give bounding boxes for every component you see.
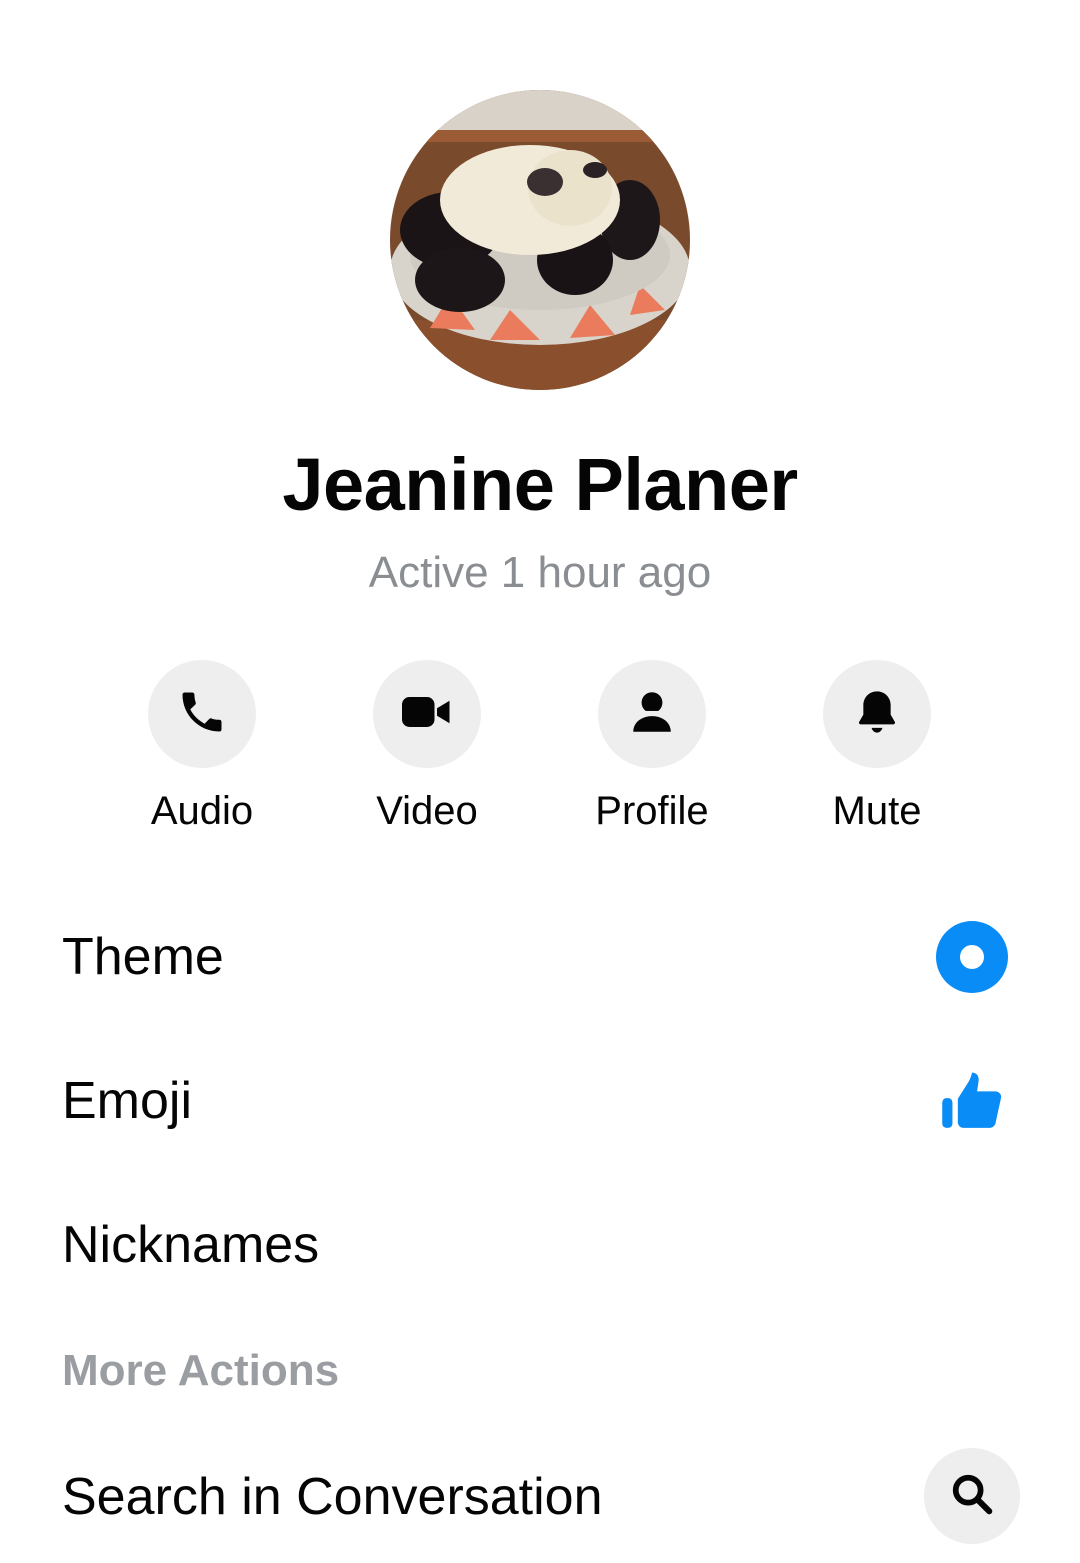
nicknames-row[interactable]: Nicknames	[0, 1190, 1080, 1300]
emoji-label: Emoji	[62, 1072, 193, 1130]
phone-icon	[176, 686, 228, 743]
theme-row[interactable]: Theme	[0, 902, 1080, 1012]
quick-actions: Audio Video Profile Mute	[0, 660, 1080, 840]
audio-call-button[interactable]: Audio	[92, 660, 312, 836]
profile-label: Profile	[595, 789, 709, 833]
theme-color-icon	[936, 921, 1008, 993]
contact-name: Jeanine Planer	[282, 443, 798, 526]
person-icon	[627, 687, 677, 742]
profile-button[interactable]: Profile	[542, 660, 762, 836]
mute-button-circle[interactable]	[823, 660, 931, 768]
search-in-conversation-label: Search in Conversation	[62, 1468, 603, 1526]
audio-button-circle[interactable]	[148, 660, 256, 768]
audio-label: Audio	[150, 789, 254, 833]
video-call-button[interactable]: Video	[317, 660, 537, 836]
active-status: Active 1 hour ago	[368, 548, 712, 597]
mute-label: Mute	[832, 789, 922, 833]
contact-avatar[interactable]	[390, 90, 690, 390]
mute-button[interactable]: Mute	[767, 660, 987, 836]
profile-button-circle[interactable]	[598, 660, 706, 768]
search-in-conversation-row[interactable]: Search in Conversation	[0, 1442, 1080, 1552]
bell-icon	[851, 686, 903, 743]
video-label: Video	[376, 789, 478, 833]
theme-label: Theme	[62, 928, 224, 986]
more-actions-header: More Actions	[62, 1346, 340, 1395]
emoji-row[interactable]: Emoji	[0, 1046, 1080, 1156]
video-button-circle[interactable]	[373, 660, 481, 768]
search-button[interactable]	[924, 1448, 1020, 1544]
thumbs-up-icon	[936, 1065, 1008, 1137]
nicknames-label: Nicknames	[62, 1216, 320, 1274]
video-camera-icon	[397, 682, 457, 747]
search-icon	[949, 1471, 995, 1522]
